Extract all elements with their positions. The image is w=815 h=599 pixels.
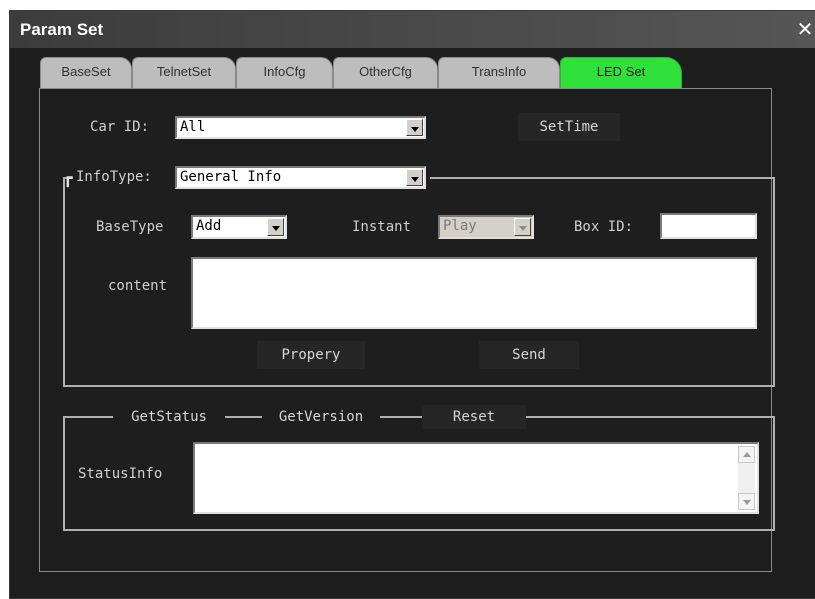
reset-button[interactable]: Reset — [422, 405, 526, 429]
car-id-value: All — [180, 119, 206, 135]
set-time-button[interactable]: SetTime — [518, 113, 620, 141]
chevron-down-icon[interactable] — [267, 218, 284, 236]
status-info-textarea[interactable] — [193, 442, 759, 514]
content-label: content — [108, 278, 168, 294]
box-id-input[interactable] — [660, 213, 757, 239]
info-type-select[interactable]: General Info — [175, 166, 426, 189]
scroll-down-icon[interactable] — [738, 493, 755, 510]
car-id-label: Car ID: — [90, 119, 150, 135]
tab-infocfg[interactable]: InfoCfg — [236, 57, 333, 88]
chevron-down-icon[interactable] — [406, 169, 423, 186]
tab-transinfo[interactable]: TransInfo — [438, 57, 560, 88]
status-info-scrollbar[interactable] — [738, 446, 755, 510]
instant-select[interactable]: Play — [438, 215, 534, 239]
car-id-select[interactable]: All — [175, 116, 426, 139]
base-type-select[interactable]: Add — [191, 215, 287, 239]
tab-othercfg[interactable]: OtherCfg — [333, 57, 438, 88]
info-type-value: General Info — [180, 169, 282, 185]
window-title: Param Set — [20, 20, 104, 39]
base-type-value: Add — [196, 218, 222, 234]
legend-tick: ┏ — [63, 168, 73, 187]
instant-value: Play — [443, 218, 477, 234]
tab-baseset[interactable]: BaseSet — [40, 57, 132, 88]
tab-led-set[interactable]: LED Set — [560, 57, 682, 88]
content-textarea[interactable] — [191, 257, 757, 329]
get-version-button[interactable]: GetVersion — [262, 405, 380, 429]
status-info-label: StatusInfo — [78, 466, 163, 482]
title-bar[interactable]: Param Set ✕ — [10, 11, 815, 48]
close-icon[interactable]: ✕ — [794, 17, 815, 41]
send-button[interactable]: Send — [479, 341, 579, 369]
tab-telnetset[interactable]: TelnetSet — [132, 57, 236, 88]
chevron-down-icon[interactable] — [406, 119, 423, 136]
chevron-down-icon[interactable] — [514, 218, 531, 236]
base-type-label: BaseType — [96, 219, 164, 235]
info-type-label: InfoType: — [76, 169, 152, 185]
box-id-label: Box ID: — [574, 219, 634, 235]
scroll-up-icon[interactable] — [738, 446, 755, 463]
get-status-button[interactable]: GetStatus — [113, 405, 225, 429]
propery-button[interactable]: Propery — [257, 341, 365, 369]
instant-label: Instant — [352, 219, 412, 235]
